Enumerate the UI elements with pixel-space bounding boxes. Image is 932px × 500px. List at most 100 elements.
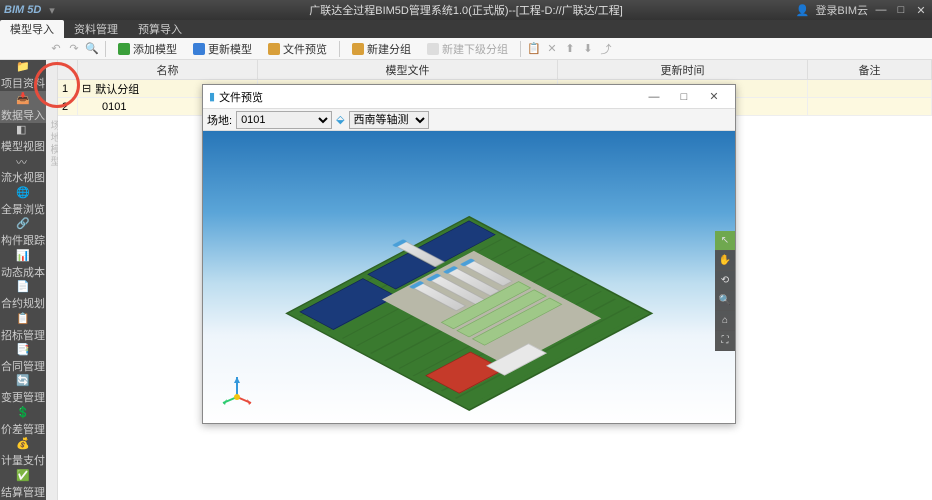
fullscreen-tool[interactable]: ⛶ (715, 331, 735, 351)
login-link[interactable]: 登录BIM云 (815, 2, 868, 18)
pan-tool[interactable]: ✋ (715, 251, 735, 271)
title-bar: BIM 5D ▾ 广联达全过程BIM5D管理系统1.0(正式版)--[工程-D:… (0, 0, 932, 20)
triangle-icon[interactable]: ▾ (49, 4, 55, 17)
price-icon: 💲 (16, 406, 30, 420)
sidebar-item-import[interactable]: 📥数据导入 (0, 91, 46, 122)
sidebar-item-bid[interactable]: 📋招标管理 (0, 311, 46, 342)
sidebar-item-change[interactable]: 🔄变更管理 (0, 374, 46, 405)
new-subgroup-label: 新建下级分组 (442, 41, 508, 57)
sidebar-item-payment[interactable]: 💰计量支付 (0, 437, 46, 468)
file-preview-label: 文件预览 (283, 41, 327, 57)
tool-icon-5[interactable]: ⤴ (598, 40, 614, 58)
settle-icon: ✅ (16, 469, 30, 483)
update-model-button[interactable]: 更新模型 (186, 39, 259, 59)
sidebar-label: 合约规划 (1, 295, 45, 311)
view-select[interactable]: 西南等轴测 (349, 111, 429, 129)
sidebar-item-panorama[interactable]: 🌐全景浏览 (0, 186, 46, 217)
menu-bar: 模型导入 资料管理 预算导入 (0, 20, 932, 38)
maximize-button[interactable]: □ (894, 3, 908, 17)
folder-icon: 📁 (16, 60, 30, 74)
globe-icon: 🌐 (16, 186, 30, 200)
new-group-button[interactable]: 新建分组 (345, 39, 418, 59)
sidebar-label: 模型视图 (1, 138, 45, 154)
close-button[interactable]: ✕ (914, 3, 928, 17)
col-time[interactable]: 更新时间 (558, 60, 808, 79)
search-button[interactable]: 🔍 (84, 40, 100, 58)
table-header: 名称 模型文件 更新时间 备注 (58, 60, 932, 80)
file-preview-button[interactable]: 文件预览 (261, 39, 334, 59)
sidebar-item-price[interactable]: 💲价差管理 (0, 406, 46, 437)
row-note (808, 98, 932, 115)
site-select[interactable]: 0101 (236, 111, 332, 129)
contract-icon: 📑 (16, 343, 30, 357)
preview-icon (268, 43, 280, 55)
dialog-minimize[interactable]: — (639, 91, 669, 103)
tool-icon-3[interactable]: ⬆ (562, 40, 578, 58)
axis-gizmo[interactable] (217, 369, 257, 409)
cube-icon: ◧ (16, 123, 30, 137)
row-num: 1 (58, 80, 78, 97)
sidebar-item-project[interactable]: 📁项目资料 (0, 60, 46, 91)
tool-icon-2[interactable]: ✕ (544, 40, 560, 58)
sidebar-item-contract-plan[interactable]: 📄合约规划 (0, 280, 46, 311)
redo-button[interactable]: ↷ (66, 40, 82, 58)
sidebar-item-cost[interactable]: 📊动态成本 (0, 249, 46, 280)
user-icon[interactable]: 👤 (796, 4, 810, 17)
change-icon: 🔄 (16, 374, 30, 388)
zoom-tool[interactable]: 🔍 (715, 291, 735, 311)
separator (520, 41, 521, 57)
sidebar-label: 流水视图 (1, 169, 45, 185)
sidebar-item-contract[interactable]: 📑合同管理 (0, 343, 46, 374)
undo-button[interactable]: ↶ (48, 40, 64, 58)
tab-material-mgmt[interactable]: 资料管理 (64, 20, 128, 38)
add-model-button[interactable]: 添加模型 (111, 39, 184, 59)
row-note (808, 80, 932, 97)
gutter[interactable]: 场地模型 (46, 60, 58, 500)
toolbar: ↶ ↷ 🔍 添加模型 更新模型 文件预览 新建分组 新建下级分组 📋 ✕ ⬆ ⬇… (0, 38, 932, 60)
scene-3d[interactable]: ↖ ✋ ⟲ 🔍 ⌂ ⛶ (203, 131, 735, 423)
orbit-tool[interactable]: ⟲ (715, 271, 735, 291)
expand-icon[interactable]: ⊟ (82, 82, 91, 95)
plus-icon (118, 43, 130, 55)
dialog-toolbar: 场地: 0101 ⬙ 西南等轴测 (203, 109, 735, 131)
col-num (58, 60, 78, 79)
sidebar-label: 构件跟踪 (1, 232, 45, 248)
bid-icon: 📋 (16, 312, 30, 326)
col-note[interactable]: 备注 (808, 60, 932, 79)
sidebar-label: 结算管理 (1, 484, 45, 500)
window-title: 广联达全过程BIM5D管理系统1.0(正式版)--[工程-D://广联达/工程] (309, 2, 623, 18)
tool-icon-1[interactable]: 📋 (526, 40, 542, 58)
sidebar-label: 合同管理 (1, 358, 45, 374)
dialog-title: 文件预览 (219, 89, 639, 105)
sidebar-label: 计量支付 (1, 452, 45, 468)
sidebar-item-modelview[interactable]: ◧模型视图 (0, 123, 46, 154)
view-tools: ↖ ✋ ⟲ 🔍 ⌂ ⛶ (715, 231, 735, 351)
new-group-label: 新建分组 (367, 41, 411, 57)
sidebar-item-flow[interactable]: 〰流水视图 (0, 154, 46, 185)
dialog-titlebar[interactable]: ▮ 文件预览 — □ ✕ (203, 85, 735, 109)
home-tool[interactable]: ⌂ (715, 311, 735, 331)
tool-icon-4[interactable]: ⬇ (580, 40, 596, 58)
dialog-maximize[interactable]: □ (669, 91, 699, 103)
sidebar: 📁项目资料 📥数据导入 ◧模型视图 〰流水视图 🌐全景浏览 🔗构件跟踪 📊动态成… (0, 60, 46, 500)
select-tool[interactable]: ↖ (715, 231, 735, 251)
sidebar-label: 招标管理 (1, 327, 45, 343)
minimize-button[interactable]: — (874, 3, 888, 17)
new-subgroup-button[interactable]: 新建下级分组 (420, 39, 515, 59)
preview-viewport[interactable]: ↖ ✋ ⟲ 🔍 ⌂ ⛶ (203, 131, 735, 423)
update-model-label: 更新模型 (208, 41, 252, 57)
ground-plane (285, 216, 653, 411)
tab-model-import[interactable]: 模型导入 (0, 20, 64, 38)
tab-budget-import[interactable]: 预算导入 (128, 20, 192, 38)
sidebar-item-track[interactable]: 🔗构件跟踪 (0, 217, 46, 248)
app-logo: BIM 5D (4, 4, 41, 16)
folder-icon (352, 43, 364, 55)
col-file[interactable]: 模型文件 (258, 60, 558, 79)
sidebar-item-settle[interactable]: ✅结算管理 (0, 468, 46, 499)
refresh-icon (193, 43, 205, 55)
col-name[interactable]: 名称 (78, 60, 258, 79)
sidebar-label: 数据导入 (1, 107, 45, 123)
doc-icon: 📄 (16, 280, 30, 294)
flow-icon: 〰 (16, 154, 30, 168)
dialog-close[interactable]: ✕ (699, 90, 729, 103)
